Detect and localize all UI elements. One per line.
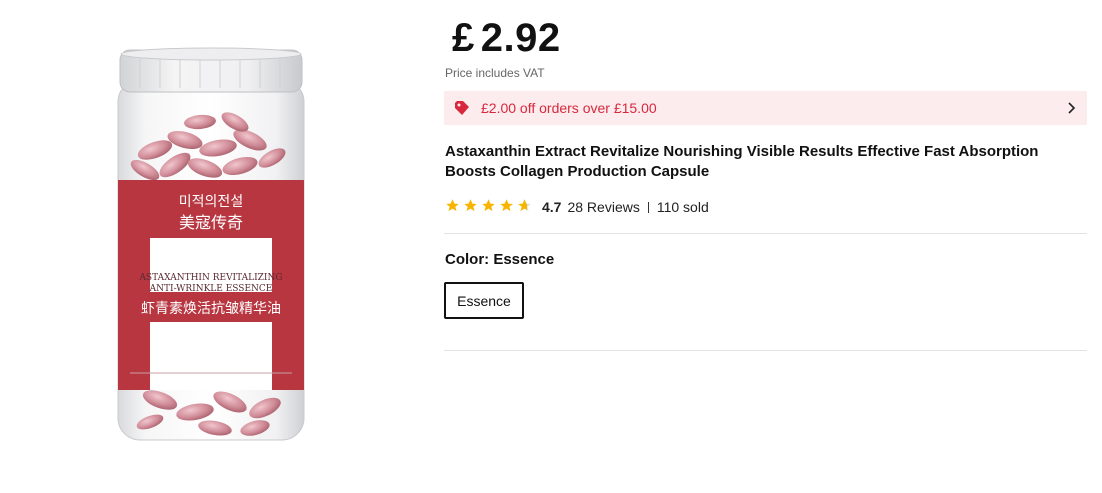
rating-row[interactable]: 4.7 28 Reviews 110 sold (445, 198, 709, 216)
color-label: Color: Essence (445, 251, 555, 268)
price-value: 2.92 (480, 16, 561, 60)
image-english-text-2: ANTI-WRINKLE ESSENCE (149, 284, 273, 294)
star-icon (463, 198, 478, 216)
price-currency: £ (452, 16, 475, 60)
promo-text: £2.00 off orders over £15.00 (481, 100, 657, 116)
rating-stars (445, 198, 532, 216)
promo-banner[interactable]: £2.00 off orders over £15.00 (444, 91, 1087, 125)
rating-value: 4.7 (542, 199, 562, 215)
rating-separator (647, 201, 649, 213)
star-icon (481, 198, 496, 216)
image-band-text: 虾青素焕活抗皱精华油 (141, 300, 281, 317)
price-tag-icon (454, 100, 470, 121)
reviews-link[interactable]: 28 Reviews (567, 199, 639, 215)
star-half-icon (517, 198, 532, 216)
sold-count: 110 sold (656, 199, 709, 215)
image-english-text-1: ASTAXANTHIN REVITALIZING (138, 273, 282, 283)
color-option-essence[interactable]: Essence (444, 282, 524, 319)
product-title: Astaxanthin Extract Revitalize Nourishin… (445, 143, 1039, 180)
image-korean-text: 미적의전설 (179, 194, 243, 210)
image-chinese-text: 美寇传奇 (179, 213, 243, 232)
product-image[interactable]: 미적의전설 美寇传奇 ASTAXANTHIN REVITALIZING ANTI… (100, 40, 320, 450)
divider (444, 233, 1087, 234)
chevron-right-icon[interactable] (1067, 101, 1077, 120)
divider (444, 350, 1087, 351)
product-price: £2.92 (452, 16, 561, 61)
star-icon (499, 198, 514, 216)
price-vat-note: Price includes VAT (445, 66, 545, 80)
star-icon (445, 198, 460, 216)
